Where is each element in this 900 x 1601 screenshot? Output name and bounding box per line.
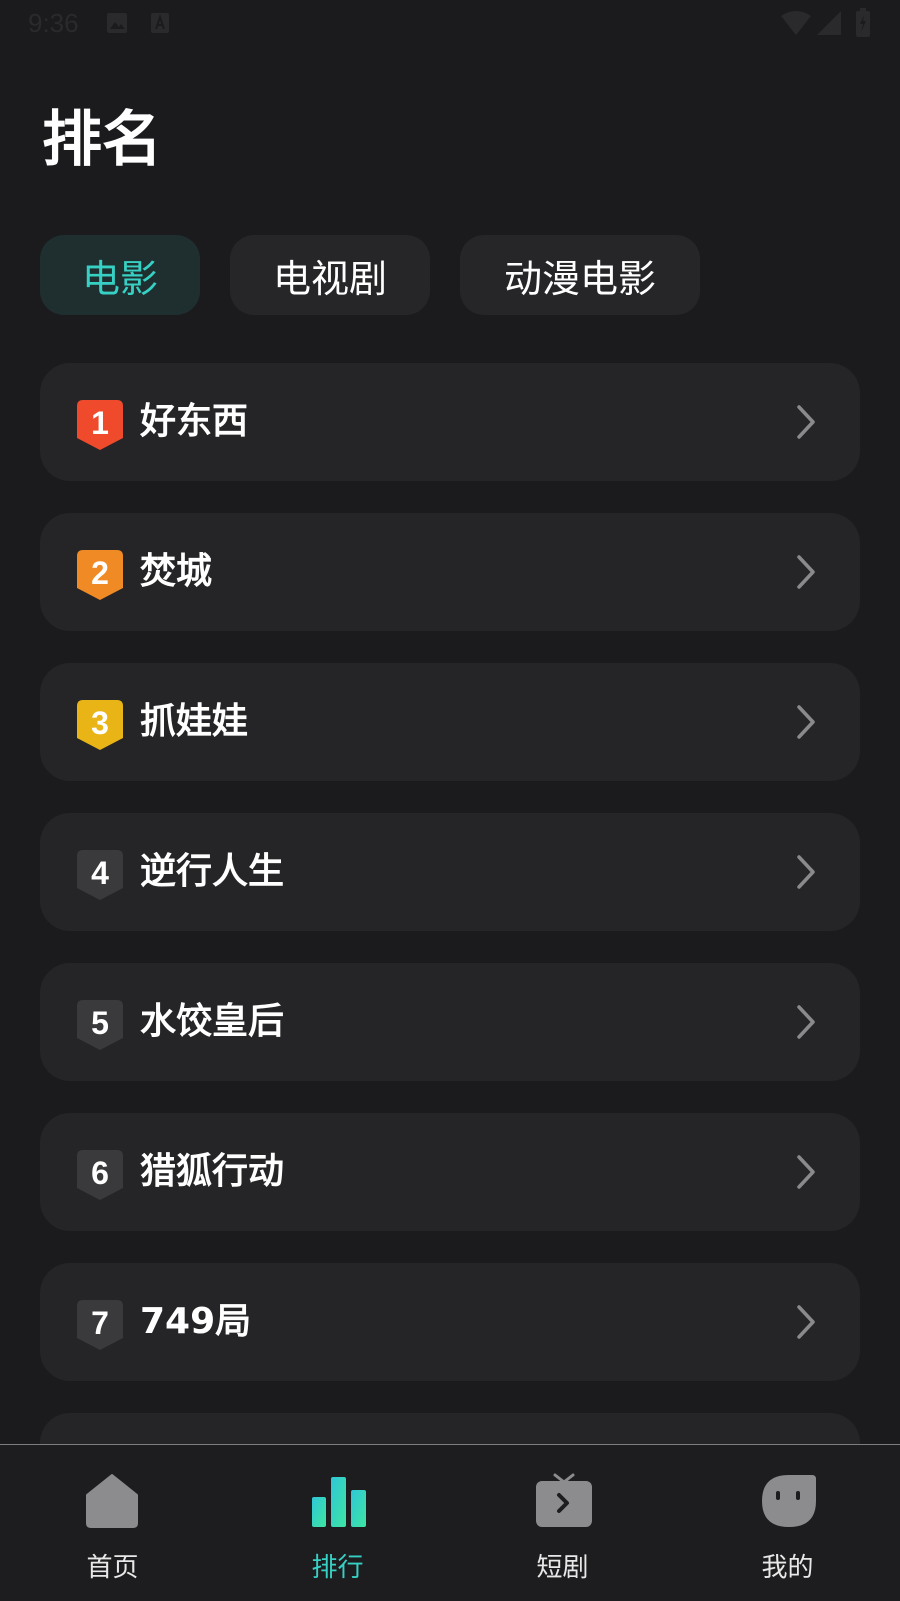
rank-number: 3	[91, 705, 109, 741]
movie-title: 猎狐行动	[140, 1151, 285, 1192]
rank-number: 4	[91, 855, 109, 891]
profile-icon	[760, 1473, 818, 1533]
tab-anime-movies[interactable]: 动漫电影	[460, 235, 700, 315]
rank-badge: 7	[77, 1300, 123, 1350]
rank-badge: 2	[77, 550, 123, 600]
nav-label: 我的	[761, 1553, 814, 1583]
bottom-nav: 首页 排行 短剧 我的	[0, 1444, 900, 1601]
nav-home[interactable]: 首页	[0, 1445, 225, 1601]
chevron-right-icon	[796, 405, 816, 443]
page-title: 排名	[42, 105, 162, 175]
movie-title: 抓娃娃	[140, 701, 249, 742]
ranking-item[interactable]: 7 749局	[40, 1263, 860, 1381]
rank-badge: 5	[77, 1000, 123, 1050]
rank-badge: 4	[77, 850, 123, 900]
ranking-item[interactable]: 5 水饺皇后	[40, 963, 860, 1081]
font-notification-icon	[150, 12, 170, 38]
movie-title: 水饺皇后	[140, 1001, 285, 1042]
ranking-item[interactable]: 2 焚城	[40, 513, 860, 631]
ranking-item[interactable]: 1 好东西	[40, 363, 860, 481]
tab-tv-series[interactable]: 电视剧	[230, 235, 430, 315]
movie-title: 焚城	[140, 551, 213, 592]
home-icon	[85, 1473, 139, 1533]
ranking-item[interactable]: 4 逆行人生	[40, 813, 860, 931]
chevron-right-icon	[796, 705, 816, 743]
ranking-item[interactable]: 6 猎狐行动	[40, 1113, 860, 1231]
chevron-right-icon	[796, 1155, 816, 1193]
nav-profile[interactable]: 我的	[675, 1445, 900, 1601]
image-notification-icon	[106, 12, 128, 38]
rank-number: 6	[91, 1155, 109, 1191]
rank-badge: 3	[77, 700, 123, 750]
rank-number: 7	[91, 1305, 109, 1341]
chevron-right-icon	[796, 855, 816, 893]
nav-ranking[interactable]: 排行	[225, 1445, 450, 1601]
rank-number: 2	[91, 555, 109, 591]
chevron-right-icon	[796, 555, 816, 593]
movie-title: 749局	[140, 1301, 252, 1342]
rank-badge: 1	[77, 400, 123, 450]
chevron-right-icon	[796, 1305, 816, 1343]
movie-title: 好东西	[140, 401, 249, 442]
chevron-right-icon	[796, 1005, 816, 1043]
nav-short-drama[interactable]: 短剧	[450, 1445, 675, 1601]
tv-icon	[535, 1473, 593, 1533]
wifi-icon	[780, 10, 812, 40]
movie-title: 逆行人生	[140, 851, 285, 892]
nav-label: 排行	[311, 1553, 364, 1583]
ranking-icon	[310, 1473, 368, 1533]
rank-number: 1	[91, 405, 109, 441]
status-time: 9:36	[28, 8, 79, 38]
status-bar: 9:36	[0, 0, 900, 50]
ranking-item[interactable]: 3 抓娃娃	[40, 663, 860, 781]
signal-icon	[816, 10, 842, 40]
rank-badge: 6	[77, 1150, 123, 1200]
battery-icon	[855, 8, 871, 42]
tab-movies[interactable]: 电影	[40, 235, 200, 315]
nav-label: 首页	[86, 1553, 139, 1583]
rank-number: 5	[91, 1005, 109, 1041]
nav-label: 短剧	[536, 1553, 589, 1583]
